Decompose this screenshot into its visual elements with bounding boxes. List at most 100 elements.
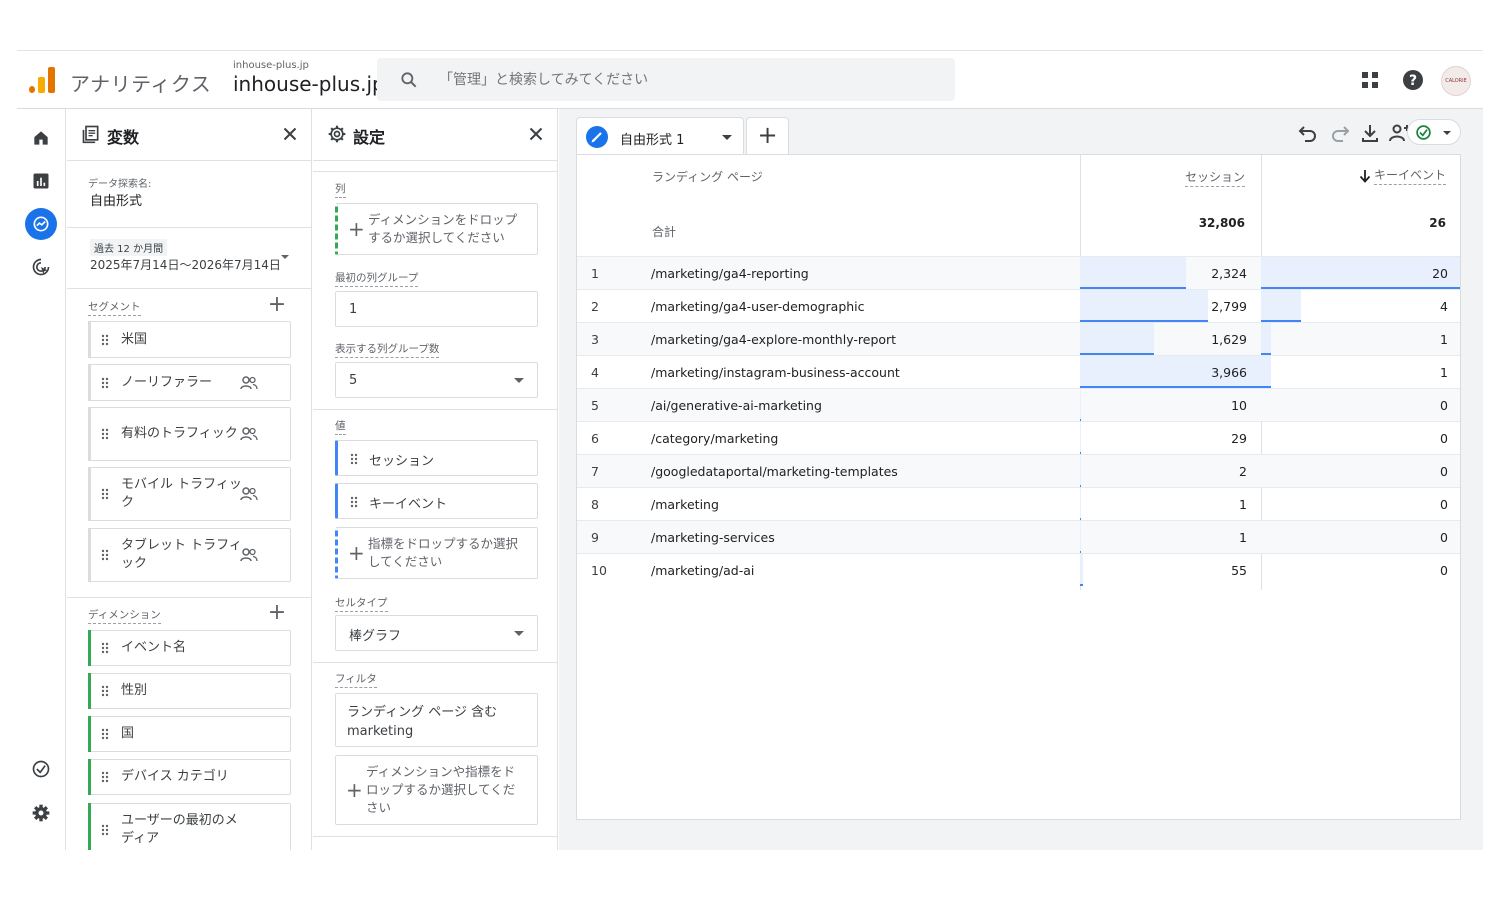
add-tab-button[interactable]: + (746, 117, 789, 154)
date-range-text: 2025年7月14日〜2026年7月14日 (90, 258, 281, 272)
exploration-name-field[interactable]: 自由形式 (90, 190, 142, 209)
add-dimension-button[interactable]: + (267, 602, 287, 624)
landing-page-cell[interactable]: /marketing-services (651, 530, 775, 545)
dimension-header[interactable]: ランディング ページ (652, 168, 763, 185)
advertising-nav[interactable] (25, 251, 57, 283)
drag-handle-icon[interactable] (101, 728, 109, 740)
explore-nav[interactable] (25, 208, 57, 240)
key-events-header[interactable]: キーイベント (1359, 166, 1446, 185)
landing-page-cell[interactable]: /ai/generative-ai-marketing (651, 398, 822, 413)
table-row[interactable]: 7/googledataportal/marketing-templates 2 0 (577, 454, 1460, 487)
tab-freeform-1[interactable]: 自由形式 1 (576, 117, 744, 154)
columns-drop-text: ディメンションをドロップするか選択してください (368, 212, 518, 245)
drag-handle-icon[interactable] (101, 377, 109, 389)
landing-page-cell[interactable]: /marketing (651, 497, 719, 512)
undo-icon[interactable] (1296, 121, 1320, 145)
table-row[interactable]: 10/marketing/ad-ai 55 0 (577, 553, 1460, 586)
reports-nav[interactable] (25, 165, 57, 197)
admin-nav[interactable] (25, 797, 57, 829)
values-drop-target[interactable]: + 指標をドロップするか選択してください (335, 527, 538, 579)
landing-page-cell[interactable]: /googledataportal/marketing-templates (651, 464, 898, 479)
gear-icon (32, 804, 50, 822)
avatar-label: CALORIE (1445, 78, 1467, 84)
segment-chip[interactable]: タブレット トラフィック (88, 528, 291, 582)
drag-handle-icon[interactable] (101, 334, 109, 346)
drag-handle-icon[interactable] (101, 428, 109, 440)
key-events-value: 4 (1440, 299, 1448, 314)
table-row[interactable]: 1/marketing/ga4-reporting 2,324 20 (577, 256, 1460, 289)
filter-drop-target[interactable]: + ディメンションや指標をドロップするか選択してください (335, 755, 538, 825)
table-row[interactable]: 8/marketing 1 0 (577, 487, 1460, 520)
table-row[interactable]: 2/marketing/ga4-user-demographic 2,799 4 (577, 289, 1460, 322)
dimension-chip[interactable]: デバイス カテゴリ (88, 759, 291, 795)
status-check-dropdown[interactable] (1407, 119, 1461, 145)
sessions-cell: 1 (1080, 521, 1261, 553)
account-avatar[interactable]: CALORIE (1441, 66, 1471, 96)
divider (313, 409, 557, 410)
segment-chip[interactable]: 有料のトラフィック (88, 407, 291, 461)
table-row[interactable]: 6/category/marketing 29 0 (577, 421, 1460, 454)
sessions-value: 2 (1239, 464, 1247, 479)
table-row[interactable]: 9/marketing-services 1 0 (577, 520, 1460, 553)
insights-nav[interactable] (25, 753, 57, 785)
segment-chip[interactable]: モバイル トラフィック (88, 467, 291, 521)
sessions-header[interactable]: セッション (1184, 168, 1245, 187)
segment-chip[interactable]: ノーリファラー (88, 364, 291, 401)
search-bar[interactable] (377, 58, 955, 101)
landing-page-cell[interactable]: /marketing/ga4-user-demographic (651, 299, 865, 314)
home-nav[interactable] (25, 122, 57, 154)
close-icon[interactable] (525, 123, 547, 145)
apps-grid-icon[interactable] (1358, 68, 1382, 92)
search-input[interactable] (439, 58, 939, 101)
help-icon[interactable]: ? (1401, 68, 1425, 92)
settings-panel: 設定 列 + ディメンションをドロップするか選択してください 最初の列グループ … (313, 109, 558, 850)
download-icon[interactable] (1358, 121, 1382, 145)
segment-chip[interactable]: 米国 (88, 321, 291, 358)
drag-handle-icon[interactable] (101, 488, 109, 500)
landing-page-cell[interactable]: /category/marketing (651, 431, 778, 446)
drag-handle-icon[interactable] (101, 824, 109, 836)
landing-page-cell[interactable]: /marketing/ga4-explore-monthly-report (651, 332, 896, 347)
value-chip[interactable]: セッション (335, 440, 538, 476)
advertising-icon (32, 258, 50, 276)
key-events-cell: 1 (1261, 323, 1460, 355)
columns-drop-target[interactable]: + ディメンションをドロップするか選択してください (335, 203, 538, 255)
dimension-chip[interactable]: ユーザーの最初のメディア (88, 803, 291, 850)
drag-handle-icon[interactable] (101, 549, 109, 561)
account-selector[interactable]: inhouse-plus.jp inhouse-plus.jp (233, 60, 385, 96)
analytics-logo-icon[interactable] (29, 67, 55, 93)
drag-handle-icon[interactable] (350, 453, 358, 465)
chevron-down-icon[interactable] (722, 135, 732, 140)
first-col-group-input[interactable]: 1 (335, 291, 538, 327)
cell-type-value: 棒グラフ (349, 629, 402, 644)
show-col-groups-select[interactable]: 5 (335, 362, 538, 398)
table-row[interactable]: 3/marketing/ga4-explore-monthly-report 1,… (577, 322, 1460, 355)
dimension-chip[interactable]: イベント名 (88, 630, 291, 666)
freeform-table: ランディング ページ セッション キーイベント 合計 32,806 26 1/m… (576, 154, 1461, 820)
divider (313, 836, 557, 837)
settings-header: 設定 (313, 109, 557, 161)
drag-handle-icon[interactable] (101, 642, 109, 654)
sessions-value: 10 (1231, 398, 1247, 413)
sessions-bar (1080, 290, 1208, 322)
dimension-chip[interactable]: 国 (88, 716, 291, 752)
table-row[interactable]: 5/ai/generative-ai-marketing 10 0 (577, 388, 1460, 421)
drag-handle-icon[interactable] (101, 685, 109, 697)
totals-label: 合計 (652, 225, 677, 239)
landing-page-cell[interactable]: /marketing/instagram-business-account (651, 365, 900, 380)
close-icon[interactable] (279, 123, 301, 145)
chip-accent (88, 321, 91, 358)
segment-label: ノーリファラー (121, 374, 213, 390)
table-row[interactable]: 4/marketing/instagram-business-account 3,… (577, 355, 1460, 388)
date-range-picker[interactable]: 過去 12 か月間 2025年7月14日〜2026年7月14日 (88, 239, 298, 279)
filter-chip[interactable]: ランディング ページ 含む marketing (335, 693, 538, 747)
cell-type-select[interactable]: 棒グラフ (335, 615, 538, 651)
landing-page-cell[interactable]: /marketing/ad-ai (651, 563, 754, 578)
dimension-chip[interactable]: 性別 (88, 673, 291, 709)
add-segment-button[interactable]: + (267, 294, 287, 316)
redo-icon[interactable] (1328, 121, 1352, 145)
drag-handle-icon[interactable] (101, 771, 109, 783)
value-chip[interactable]: キーイベント (335, 483, 538, 519)
landing-page-cell[interactable]: /marketing/ga4-reporting (651, 266, 809, 281)
drag-handle-icon[interactable] (350, 496, 358, 508)
